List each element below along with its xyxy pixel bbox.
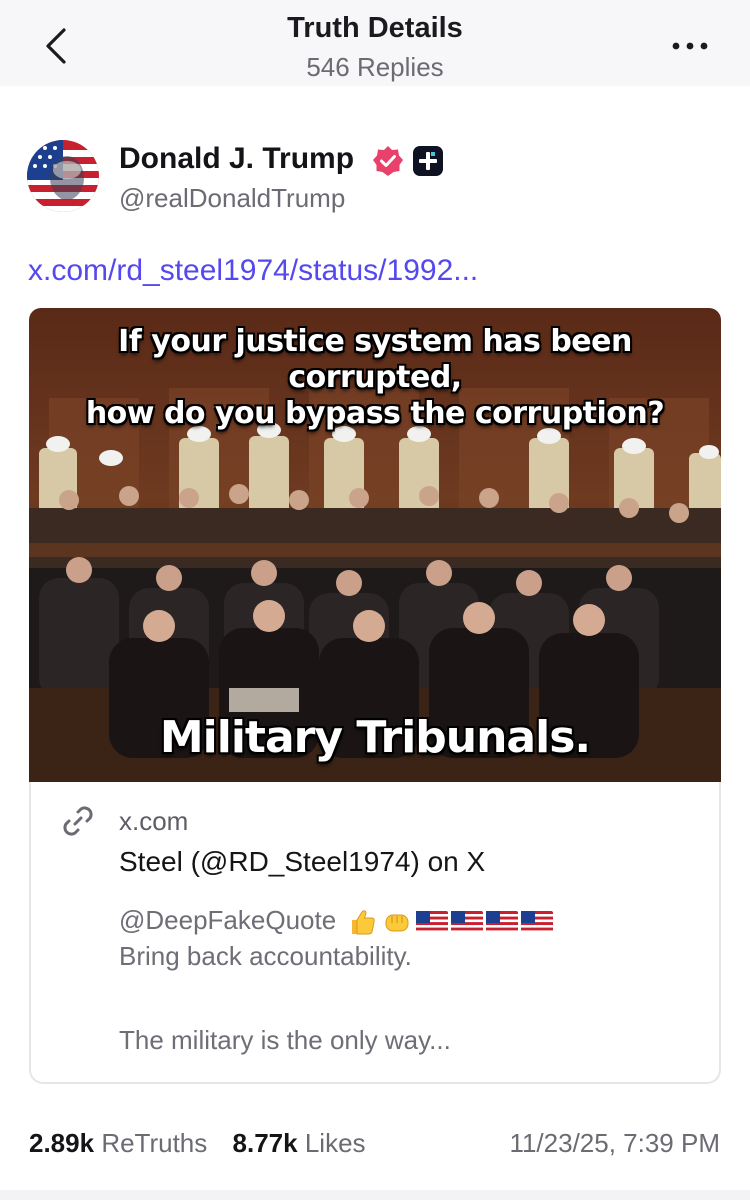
- author-name[interactable]: Donald J. Trump: [119, 142, 354, 176]
- card-title: Steel (@RD_Steel1974) on X: [119, 846, 486, 877]
- retruths-stat[interactable]: 2.89k ReTruths: [29, 1128, 207, 1159]
- us-flag-icon: [451, 911, 484, 934]
- card-desc-mention: @DeepFakeQuote: [119, 905, 337, 935]
- us-flag-icon: [486, 911, 519, 934]
- thumbs-up-icon: [352, 910, 376, 935]
- card-desc-line-3: The military is the only way...: [119, 1025, 451, 1056]
- post-url-link[interactable]: x.com/rd_steel1974/status/1992...: [28, 254, 478, 288]
- card-domain: x.com: [119, 806, 189, 836]
- verified-badge-icon: [372, 145, 404, 177]
- link-icon: [61, 804, 95, 838]
- page-title: Truth Details: [287, 12, 463, 44]
- likes-stat[interactable]: 8.77k Likes: [233, 1128, 366, 1159]
- avatar[interactable]: [27, 140, 99, 212]
- card-desc-line-1: @DeepFakeQuote: [119, 902, 699, 938]
- meme-caption-line-2: how do you bypass the corruption?: [85, 396, 665, 431]
- replies-count[interactable]: 546 Replies: [0, 52, 750, 83]
- meme-caption-bottom: Military Tribunals.: [159, 712, 591, 763]
- post-timestamp: 11/23/25, 7:39 PM: [509, 1128, 720, 1158]
- retruths-count: 2.89k: [29, 1128, 95, 1158]
- likes-count: 8.77k: [232, 1128, 298, 1158]
- us-flag-icon: [521, 911, 554, 934]
- divider: [0, 1190, 750, 1200]
- us-flag-icon: [416, 911, 449, 934]
- card-description: @DeepFakeQuote Bring back accountability…: [119, 902, 699, 1058]
- fist-bump-icon: [385, 914, 409, 932]
- author-handle[interactable]: @realDonaldTrump: [119, 183, 345, 214]
- meme-caption-top: If your justice system has been corrupte…: [29, 324, 721, 432]
- top-bar: Truth Details 546 Replies: [0, 0, 750, 86]
- post-stats: 2.89k ReTruths 8.77k Likes: [29, 1128, 384, 1159]
- likes-label: Likes: [304, 1128, 366, 1158]
- more-dots-icon: [672, 42, 708, 50]
- link-preview-card[interactable]: x.com Steel (@RD_Steel1974) on X @DeepFa…: [29, 782, 721, 1084]
- post-image[interactable]: If your justice system has been corrupte…: [29, 308, 721, 782]
- meme-caption-line-1: If your justice system has been corrupte…: [118, 324, 632, 395]
- plus-badge-icon: [412, 145, 444, 177]
- card-desc-line-2: Bring back accountability.: [119, 941, 412, 972]
- more-options-button[interactable]: [668, 34, 712, 58]
- retruths-label: ReTruths: [101, 1128, 208, 1158]
